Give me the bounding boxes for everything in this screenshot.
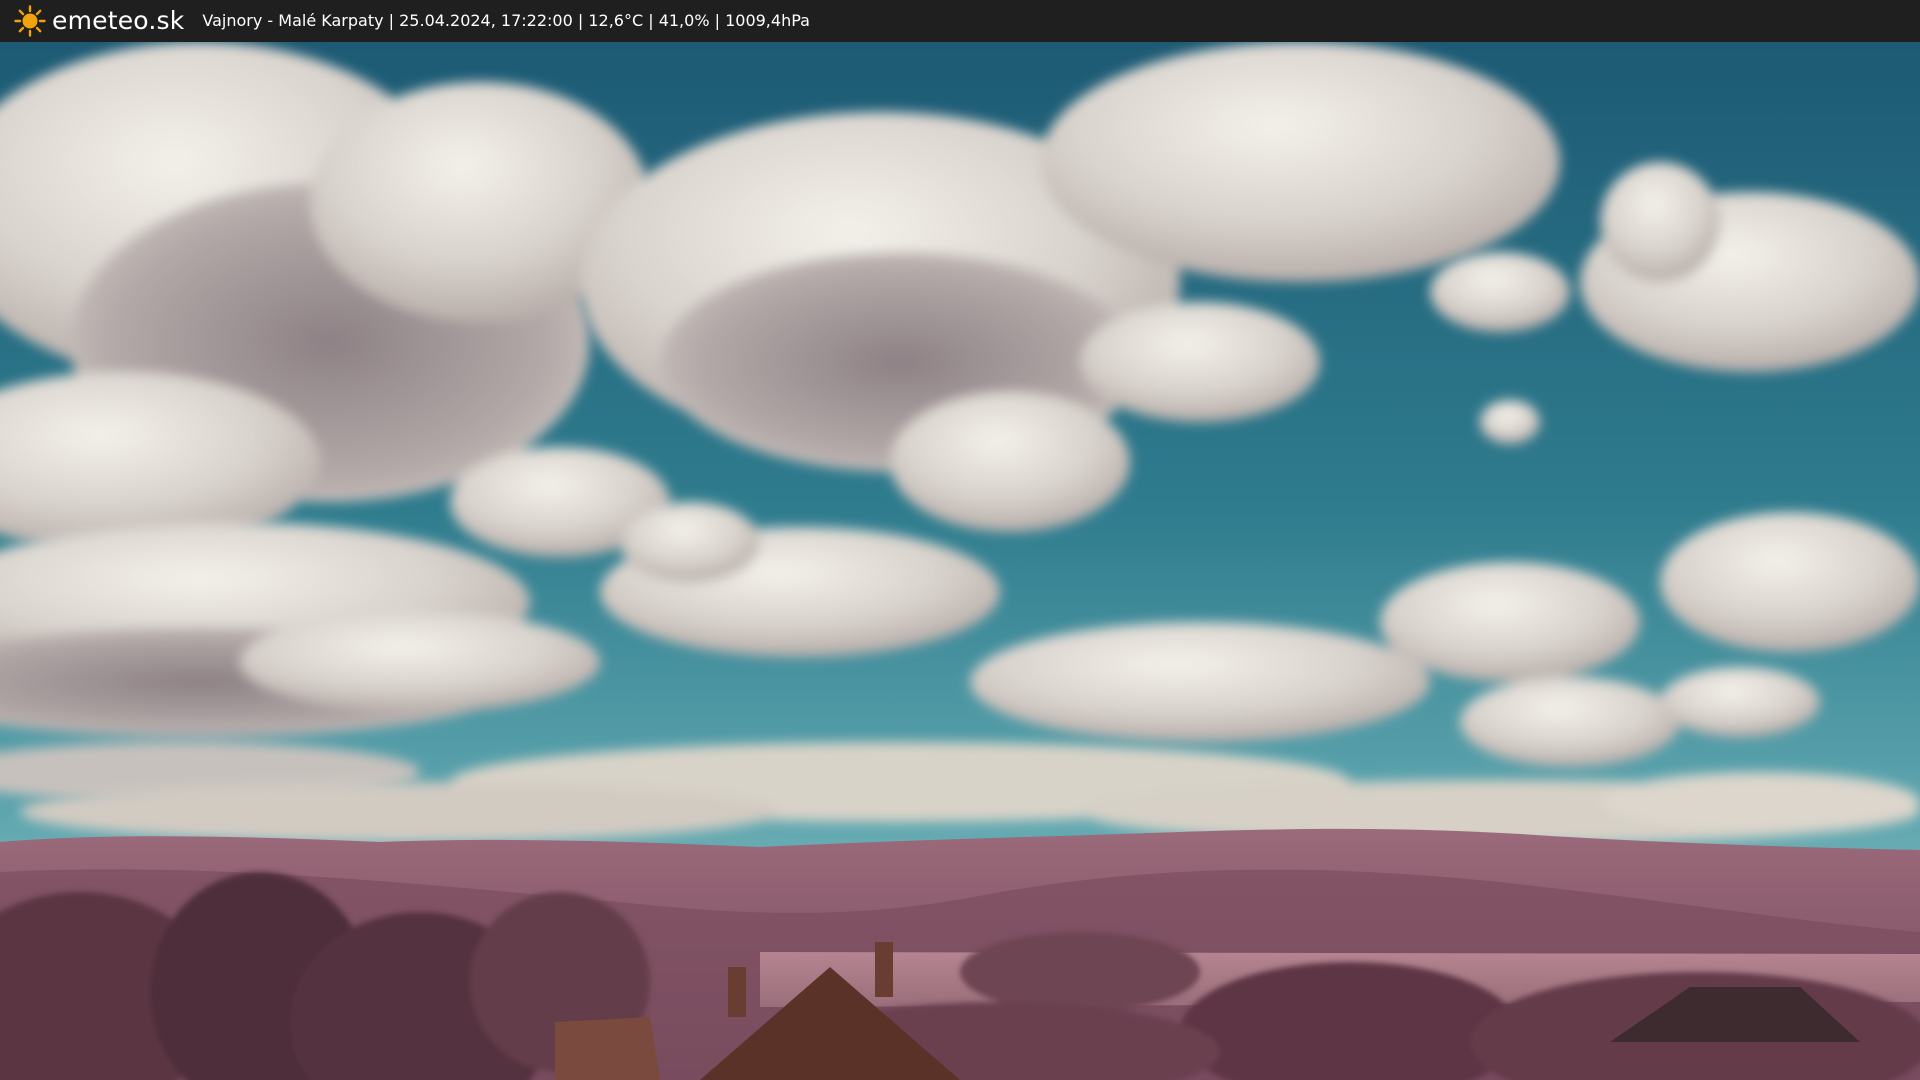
sky-landscape-picture <box>0 42 1920 1080</box>
webcam-frame: emeteo.sk Vajnory - Malé Karpaty | 25.04… <box>0 0 1920 1080</box>
sun-icon <box>14 5 46 37</box>
caption-bar: emeteo.sk Vajnory - Malé Karpaty | 25.04… <box>0 0 1920 42</box>
brand-name: emeteo.sk <box>52 6 185 35</box>
brand-logo[interactable]: emeteo.sk <box>14 0 184 42</box>
station-caption: Vajnory - Malé Karpaty | 25.04.2024, 17:… <box>202 11 810 30</box>
webcam-image <box>0 42 1920 1080</box>
